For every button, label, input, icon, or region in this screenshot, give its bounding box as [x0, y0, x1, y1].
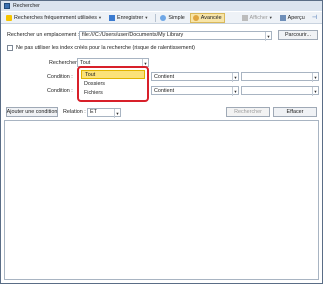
- advanced-label: Avancée: [200, 14, 222, 21]
- condition-operator-select[interactable]: Contient ▼: [151, 86, 239, 96]
- search-window: Rechercher Recherches fréquemment utilis…: [0, 0, 323, 284]
- pin-icon: ⊣: [311, 15, 317, 21]
- chevron-down-icon[interactable]: ▼: [232, 73, 238, 82]
- search-button[interactable]: Rechercher: [226, 107, 270, 117]
- condition-label: Condition :: [47, 87, 73, 94]
- chevron-down-icon[interactable]: ▼: [312, 87, 318, 96]
- location-input[interactable]: file:///C:/Users/user/Documents/My Libra…: [79, 30, 272, 41]
- add-condition-button[interactable]: Ajouter une condition: [6, 107, 58, 117]
- star-icon: [6, 14, 12, 21]
- favorites-label: Recherches fréquemment utilisées: [14, 14, 97, 21]
- dropdown-option-all[interactable]: Tout: [81, 70, 145, 79]
- display-button[interactable]: Afficher ▼: [240, 13, 275, 23]
- index-option-row: Ne pas utiliser les index créés pour la …: [7, 45, 195, 51]
- favorites-button[interactable]: Recherches fréquemment utilisées ▼: [4, 13, 104, 23]
- app-icon: [4, 3, 10, 9]
- chevron-down-icon[interactable]: ▼: [232, 87, 238, 96]
- chevron-down-icon: ▼: [144, 15, 149, 20]
- simple-label: Simple: [168, 14, 185, 21]
- results-panel[interactable]: [4, 120, 319, 280]
- toolbar: Recherches fréquemment utilisées ▼ Enreg…: [1, 12, 322, 24]
- save-button[interactable]: Enregistrer ▼: [107, 13, 150, 23]
- location-label: Rechercher un emplacement :: [7, 32, 80, 38]
- condition-label: Condition :: [47, 73, 73, 80]
- toolbar-divider: [155, 13, 157, 22]
- window-title: Rechercher: [13, 3, 40, 9]
- index-checkbox[interactable]: [7, 45, 13, 51]
- preview-icon: [279, 14, 286, 21]
- dropdown-option-files[interactable]: Fichiers: [81, 88, 145, 97]
- advanced-mode-button[interactable]: Avancée: [189, 12, 225, 23]
- pin-button[interactable]: ⊣: [310, 13, 319, 23]
- index-option-label: Ne pas utiliser les index créés pour la …: [16, 45, 195, 51]
- dropdown-option-folders[interactable]: Dossiers: [81, 79, 145, 88]
- chevron-down-icon[interactable]: ▼: [114, 108, 120, 118]
- title-bar: Rechercher: [1, 1, 322, 11]
- condition-value-text: [242, 73, 312, 80]
- condition-operator-select[interactable]: Contient ▼: [151, 72, 239, 82]
- controls-row: Ajouter une condition Relation : ET ▼ Re…: [6, 107, 317, 118]
- chevron-down-icon[interactable]: ▼: [312, 73, 318, 82]
- condition-value-text: [242, 87, 312, 94]
- browse-button[interactable]: Parcourir...: [278, 30, 318, 40]
- advanced-search-icon: [192, 14, 199, 21]
- simple-search-icon: [160, 14, 167, 21]
- preview-label: Aperçu: [287, 14, 305, 21]
- relation-label: Relation :: [63, 109, 86, 115]
- preview-button[interactable]: Aperçu: [278, 13, 307, 23]
- chevron-down-icon[interactable]: ▼: [265, 31, 271, 41]
- condition-operator-value: Contient: [154, 73, 175, 80]
- relation-select[interactable]: ET ▼: [87, 107, 121, 118]
- location-row: Rechercher un emplacement : file:///C:/U…: [7, 30, 318, 41]
- search-in-dropdown: Tout Dossiers Fichiers: [77, 66, 149, 102]
- clear-button[interactable]: Effacer: [273, 107, 317, 117]
- display-label: Afficher: [249, 14, 268, 21]
- simple-mode-button[interactable]: Simple: [158, 13, 186, 23]
- save-label: Enregistrer: [116, 14, 144, 21]
- chevron-down-icon: ▼: [98, 15, 102, 20]
- condition-value-input[interactable]: ▼: [241, 86, 319, 96]
- chevron-down-icon: ▼: [268, 15, 273, 20]
- relation-value: ET: [90, 109, 97, 115]
- search-in-label: Rechercher :: [49, 59, 80, 66]
- save-icon: [108, 14, 115, 21]
- search-in-value: Tout: [80, 59, 91, 66]
- display-icon: [241, 14, 248, 21]
- location-value: file:///C:/Users/user/Documents/My Libra…: [82, 32, 184, 38]
- condition-value-input[interactable]: ▼: [241, 72, 319, 82]
- condition-operator-value: Contient: [154, 87, 175, 94]
